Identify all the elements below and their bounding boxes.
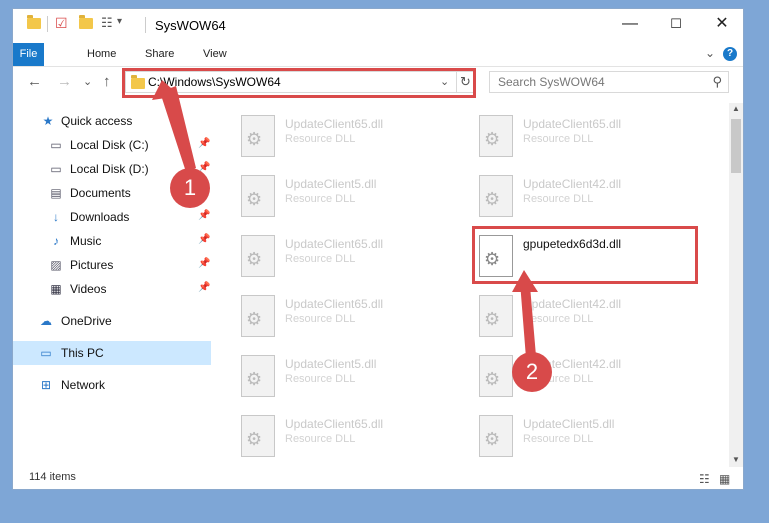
step-2-badge: 2 <box>512 352 552 392</box>
arrow-1 <box>152 80 196 172</box>
annotation-arrows <box>152 80 538 358</box>
step-1-badge: 1 <box>170 168 210 208</box>
arrow-2 <box>512 270 538 358</box>
